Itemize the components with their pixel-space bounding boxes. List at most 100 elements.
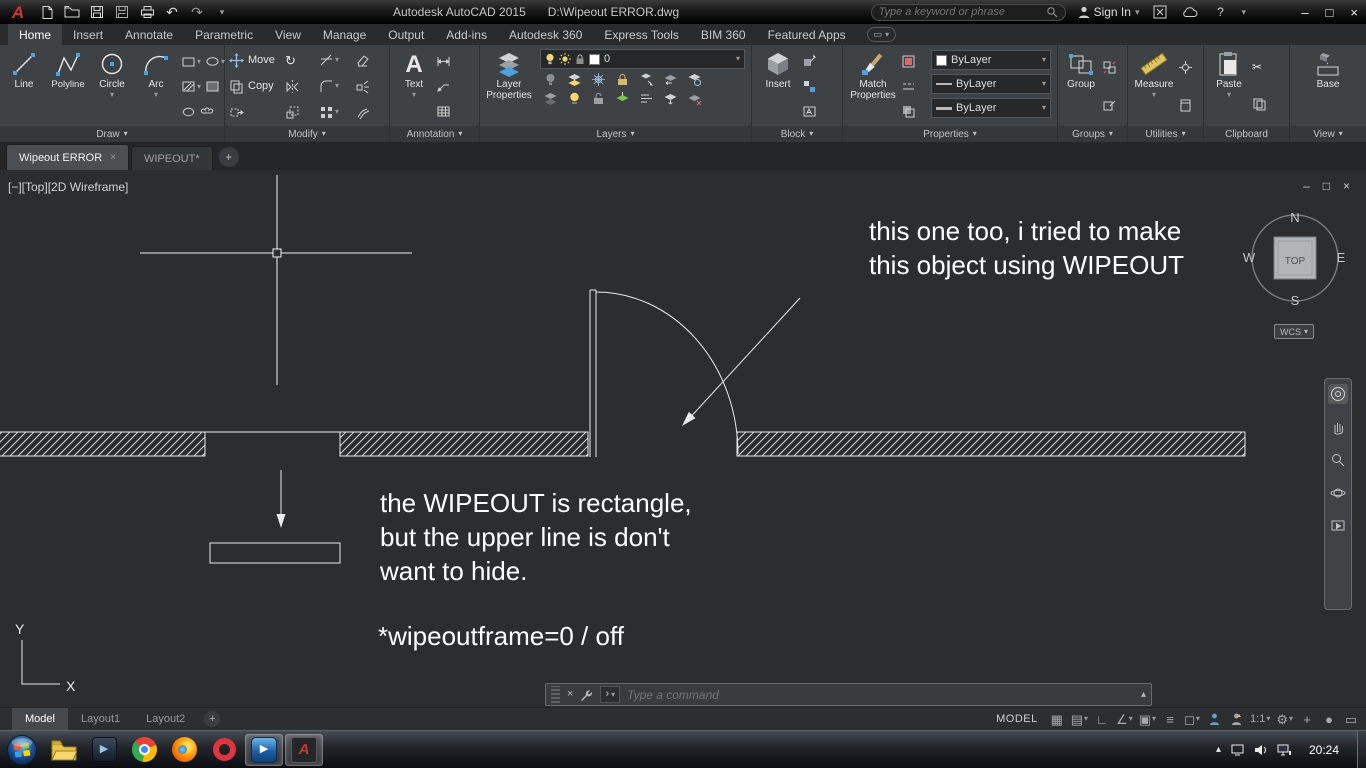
viewcube-south[interactable]: S — [1291, 293, 1300, 308]
boundary-tool[interactable] — [181, 104, 196, 119]
trim-tool[interactable]: ▾ — [319, 53, 355, 68]
search-input[interactable] — [878, 6, 1041, 18]
taskbar-firefox-button[interactable] — [165, 734, 203, 766]
new-file-button[interactable] — [38, 3, 56, 21]
tab-view[interactable]: View — [264, 24, 312, 45]
search-icon[interactable] — [1046, 6, 1058, 18]
workspace-switching-button[interactable]: ⚙ ▾ — [1273, 708, 1296, 730]
layer-select-combo[interactable]: 0 ▾ — [540, 49, 745, 69]
help-caret-icon[interactable]: ▾ — [1241, 7, 1246, 17]
viewcube[interactable]: TOP N S W E — [1243, 206, 1347, 310]
file-tab-close-icon[interactable]: × — [110, 152, 116, 163]
redo-button[interactable]: ↷ — [188, 3, 206, 21]
panel-label-layers[interactable]: Layers ▾ — [480, 126, 751, 142]
revision-cloud-tool[interactable] — [200, 104, 215, 119]
autocad-logo-icon[interactable]: A — [0, 0, 36, 24]
stretch-tool[interactable] — [227, 105, 285, 120]
selection-cycling-toggle[interactable]: ◻ ▾ — [1181, 708, 1203, 730]
doc-minimize-button[interactable]: – — [1303, 179, 1310, 193]
viewcube-west[interactable]: W — [1243, 250, 1256, 265]
model-space-button[interactable]: MODEL — [988, 708, 1046, 730]
copy-tool[interactable]: Copy — [227, 79, 285, 94]
close-button[interactable]: × — [1350, 5, 1358, 20]
help-icon[interactable]: ? — [1211, 3, 1229, 21]
gradient-tool[interactable] — [205, 79, 220, 94]
viewport-controls[interactable]: [−][Top][2D Wireframe] — [8, 180, 128, 194]
group-edit-tool[interactable] — [1102, 98, 1124, 113]
line-tool[interactable]: Line — [2, 47, 46, 126]
match-properties-tool[interactable]: Match Properties — [845, 47, 901, 126]
minimize-button[interactable]: – — [1301, 5, 1308, 20]
grid-display-toggle[interactable]: ▦ — [1046, 708, 1068, 730]
erase-tool[interactable] — [355, 53, 389, 68]
command-prompt-icon[interactable]: › ▾ — [600, 686, 621, 703]
annotation-scale-button[interactable]: 1:1 ▾ — [1247, 708, 1273, 730]
layer-thaw-tool[interactable] — [567, 91, 582, 106]
taskbar-autocad-button[interactable]: A — [285, 733, 323, 766]
panel-label-annotation[interactable]: Annotation ▾ — [390, 126, 479, 142]
layer-state-tool[interactable] — [687, 72, 702, 87]
help-search-field[interactable] — [870, 3, 1066, 21]
tab-manage[interactable]: Manage — [312, 24, 377, 45]
layer-match-tool[interactable] — [639, 72, 654, 87]
panel-label-groups[interactable]: Groups ▾ — [1058, 126, 1127, 142]
ribbon-display-toggle[interactable]: ▭ ▾ — [866, 27, 897, 42]
panel-label-properties[interactable]: Properties ▾ — [843, 126, 1057, 142]
transparency-tool[interactable] — [901, 104, 927, 119]
panel-label-draw[interactable]: Draw ▾ — [0, 126, 224, 142]
drawing-area[interactable]: Y X [−][Top][2D Wireframe] – □ × this on… — [0, 170, 1366, 707]
exchange-apps-icon[interactable] — [1151, 3, 1169, 21]
start-button[interactable] — [0, 731, 44, 768]
save-as-button[interactable] — [113, 3, 131, 21]
layer-current-tool[interactable] — [615, 91, 630, 106]
paste-tool[interactable]: Paste ▾ — [1206, 47, 1252, 126]
tab-home[interactable]: Home — [8, 24, 63, 45]
ellipse-tool[interactable]: ▾ — [205, 54, 225, 69]
tab-featured-apps[interactable]: Featured Apps — [757, 24, 857, 45]
snap-mode-toggle[interactable]: ▤ ▾ — [1068, 708, 1091, 730]
color-combo[interactable]: ByLayer ▾ — [931, 50, 1051, 70]
group-tool[interactable]: Group — [1060, 47, 1102, 126]
show-desktop-button[interactable] — [1357, 730, 1366, 768]
showmotion-button[interactable] — [1328, 516, 1348, 536]
doc-close-button[interactable]: × — [1343, 179, 1350, 193]
linetype-combo[interactable]: ByLayer ▾ — [931, 74, 1051, 94]
offset-tool[interactable] — [355, 105, 389, 120]
tab-annotate[interactable]: Annotate — [114, 24, 184, 45]
osnap-toggle[interactable]: ▣ ▾ — [1136, 708, 1159, 730]
volume-icon[interactable] — [1254, 744, 1267, 756]
save-button[interactable] — [88, 3, 106, 21]
qat-customize-caret-icon[interactable]: ▾ — [213, 3, 231, 21]
layer-properties-tool[interactable]: Layer Properties — [482, 47, 536, 126]
arc-tool[interactable]: Arc ▾ — [134, 47, 178, 126]
undo-button[interactable]: ↶ — [163, 3, 181, 21]
layout-tab-layout1[interactable]: Layout1 — [68, 708, 133, 730]
annotation-autoscale-toggle[interactable] — [1225, 708, 1247, 730]
tab-autodesk360[interactable]: Autodesk 360 — [498, 24, 593, 45]
command-input[interactable] — [627, 687, 1134, 702]
quick-calc-tool[interactable] — [1178, 98, 1200, 113]
tab-express-tools[interactable]: Express Tools — [593, 24, 689, 45]
polar-tracking-toggle[interactable]: ∠ ▾ — [1113, 708, 1136, 730]
layer-isolate-tool[interactable] — [567, 72, 582, 87]
panel-label-utilities[interactable]: Utilities ▾ — [1128, 126, 1203, 142]
show-hidden-icons-button[interactable]: ▴ — [1216, 744, 1221, 755]
file-tab-wipeout-error[interactable]: Wipeout ERROR × — [6, 144, 129, 170]
layer-lock-tool[interactable] — [615, 72, 630, 87]
panel-label-modify[interactable]: Modify ▾ — [225, 126, 389, 142]
tab-addins[interactable]: Add-ins — [435, 24, 498, 45]
taskbar-explorer-button[interactable] — [45, 734, 83, 766]
insert-tool[interactable]: Insert — [754, 47, 802, 126]
command-line-grip[interactable] — [551, 686, 560, 703]
copy-clip-tool[interactable] — [1252, 97, 1282, 112]
layer-unlock-tool[interactable] — [591, 91, 606, 106]
id-point-tool[interactable] — [1178, 60, 1200, 75]
layer-delete-tool[interactable] — [687, 91, 702, 106]
doc-restore-button[interactable]: □ — [1323, 179, 1330, 193]
orbit-button[interactable] — [1328, 483, 1348, 503]
fillet-tool[interactable]: ▾ — [319, 79, 355, 94]
viewcube-east[interactable]: E — [1337, 250, 1346, 265]
open-file-button[interactable] — [63, 3, 81, 21]
block-attributes-tool[interactable] — [802, 104, 838, 119]
layout-tab-model[interactable]: Model — [12, 708, 68, 730]
